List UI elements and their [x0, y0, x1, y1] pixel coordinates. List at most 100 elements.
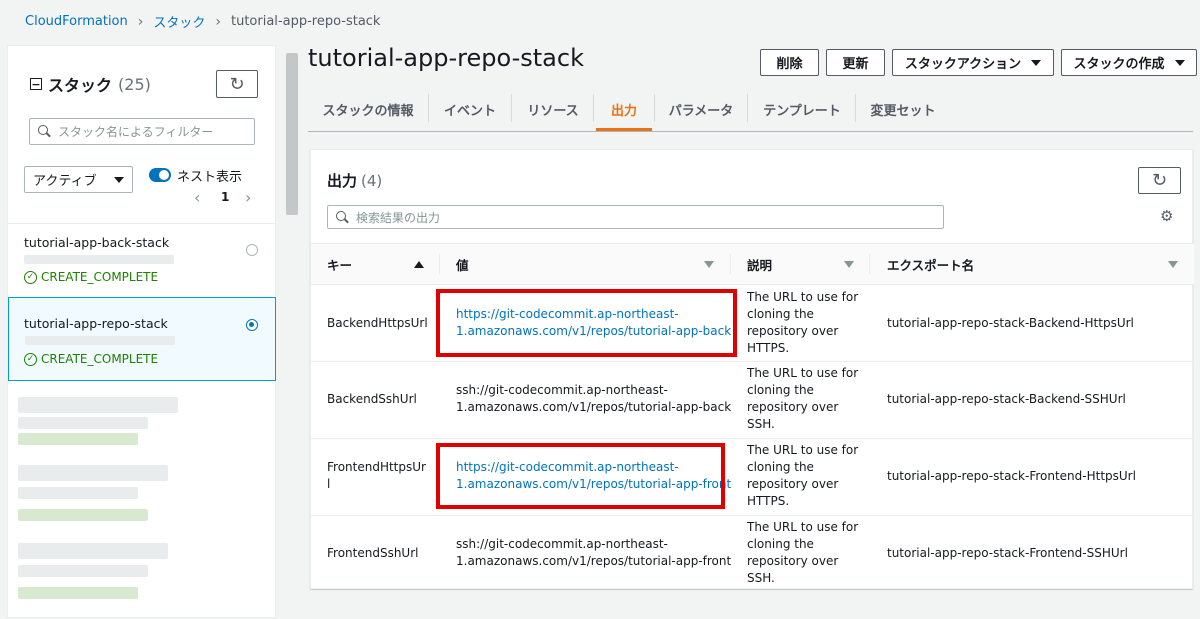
- stack-actions-button[interactable]: スタックアクション: [892, 49, 1054, 76]
- output-export-name: tutorial-app-repo-stack-Backend-SSHUrl: [887, 392, 1126, 406]
- tab-outputs[interactable]: 出力: [596, 86, 652, 132]
- output-value: ssh://git-codecommit.ap-northeast- 1.ama…: [456, 536, 731, 570]
- nested-view-label: ネスト表示: [177, 170, 243, 185]
- stack-status-text: CREATE_COMPLETE: [41, 270, 159, 284]
- tab-stack-info[interactable]: スタックの情報: [318, 86, 418, 132]
- description-line: The URL to use for: [747, 366, 859, 380]
- redacted-text: [18, 509, 148, 521]
- tab-divider: [747, 94, 748, 122]
- redacted-text: [18, 465, 168, 481]
- output-key: BackendSshUrl: [327, 392, 417, 406]
- output-key-line: FrontendHttpsUr: [327, 460, 426, 474]
- breadcrumb-stacks-link[interactable]: スタック: [153, 12, 205, 31]
- create-stack-button[interactable]: スタックの作成: [1061, 49, 1197, 76]
- stack-radio-selected[interactable]: [246, 319, 258, 331]
- output-key: BackendHttpsUrl: [327, 316, 428, 330]
- tab-events[interactable]: イベント: [435, 86, 505, 132]
- sidebar-refresh-button[interactable]: ↻: [216, 70, 258, 98]
- chevron-left-icon[interactable]: ‹: [194, 188, 200, 207]
- chevron-right-icon[interactable]: ›: [245, 188, 251, 207]
- outputs-panel: 出力 (4) ↻ 検索結果の出力 ⚙ キー 値 説明 エクスポート名 Backen…: [310, 149, 1194, 589]
- tab-divider: [511, 94, 512, 122]
- sort-descending-icon[interactable]: [844, 261, 854, 268]
- column-header-export[interactable]: エクスポート名: [887, 255, 974, 274]
- output-export-name: tutorial-app-repo-stack-Frontend-HttpsUr…: [887, 469, 1136, 483]
- stack-filter-input[interactable]: スタック名によるフィルター: [29, 118, 255, 145]
- tab-divider: [855, 94, 856, 122]
- tab-divider: [593, 94, 594, 122]
- status-filter-value: アクティブ: [33, 174, 97, 189]
- search-icon: [38, 125, 51, 138]
- output-key: FrontendSshUrl: [327, 546, 419, 560]
- description-line: cloning the: [747, 383, 814, 397]
- sort-descending-icon[interactable]: [704, 261, 714, 268]
- update-button[interactable]: 更新: [826, 49, 885, 76]
- output-description: The URL to use for cloning the repositor…: [747, 442, 858, 510]
- tab-parameters[interactable]: パラメータ: [662, 86, 740, 132]
- check-circle-icon: ✓: [24, 270, 37, 284]
- breadcrumb-cloudformation-link[interactable]: CloudFormation: [25, 14, 128, 29]
- highlight-box: [436, 289, 737, 357]
- sort-descending-icon[interactable]: [1168, 261, 1178, 268]
- description-line: repository over: [747, 400, 839, 414]
- output-key-line: l: [327, 477, 331, 491]
- description-line: cloning the: [747, 460, 814, 474]
- outputs-title: 出力 (4): [327, 170, 382, 191]
- stack-list-item[interactable]: tutorial-app-back-stack ✓ CREATE_COMPLET…: [8, 223, 276, 297]
- sort-ascending-icon[interactable]: [414, 261, 424, 268]
- table-row: BackendHttpsUrl https://git-codecommit.a…: [311, 285, 1194, 361]
- stack-radio[interactable]: [246, 244, 258, 256]
- redacted-text: [25, 336, 175, 345]
- nested-view-toggle[interactable]: [149, 168, 171, 182]
- tab-divider: [654, 94, 655, 122]
- highlight-box: [436, 443, 725, 509]
- sidebar-title[interactable]: − スタック (25): [30, 72, 151, 96]
- sidebar-scroll-thumb[interactable]: [286, 53, 298, 215]
- stack-status: ✓ CREATE_COMPLETE: [24, 352, 158, 366]
- table-row: FrontendHttpsUr l https://git-codecommit…: [311, 439, 1194, 515]
- tab-resources[interactable]: リソース: [518, 86, 588, 132]
- check-circle-icon: ✓: [24, 352, 37, 366]
- tab-template[interactable]: テンプレート: [755, 86, 849, 132]
- stack-actions-label: スタックアクション: [904, 57, 1022, 72]
- stack-status: ✓ CREATE_COMPLETE: [24, 270, 158, 284]
- settings-gear-icon[interactable]: ⚙: [1160, 207, 1173, 225]
- tab-change-sets[interactable]: 変更セット: [862, 86, 944, 132]
- sidebar-title-text: スタック: [48, 76, 113, 95]
- output-description: The URL to use for cloning the repositor…: [747, 519, 858, 587]
- column-header-key[interactable]: キー: [327, 255, 352, 274]
- column-divider: [439, 254, 440, 274]
- outputs-refresh-button[interactable]: ↻: [1138, 167, 1181, 194]
- description-line: The URL to use for: [747, 443, 859, 457]
- column-header-value[interactable]: 値: [456, 255, 469, 274]
- create-stack-label: スタックの作成: [1073, 57, 1165, 72]
- status-filter-select[interactable]: アクティブ: [24, 166, 133, 193]
- description-line: repository over: [747, 324, 839, 338]
- collapse-icon[interactable]: −: [30, 78, 42, 90]
- redacted-text: [18, 543, 168, 559]
- page-number[interactable]: 1: [221, 190, 229, 204]
- output-description: The URL to use for cloning the repositor…: [747, 365, 858, 433]
- description-line: cloning the: [747, 537, 814, 551]
- stack-filter-placeholder: スタック名によるフィルター: [58, 125, 214, 139]
- redacted-text: [18, 587, 138, 599]
- delete-button[interactable]: 削除: [760, 49, 819, 76]
- outputs-search-input[interactable]: 検索結果の出力: [327, 205, 944, 229]
- page-title: tutorial-app-repo-stack: [308, 44, 584, 72]
- redacted-text: [18, 487, 138, 499]
- column-divider: [869, 254, 870, 274]
- description-line: The URL to use for: [747, 520, 859, 534]
- column-divider: [730, 254, 731, 274]
- table-row: BackendSshUrl ssh://git-codecommit.ap-no…: [311, 362, 1194, 438]
- output-value-line: 1.amazonaws.com/v1/repos/tutorial-app-ba…: [456, 400, 732, 414]
- stack-name: tutorial-app-repo-stack: [24, 316, 168, 331]
- redacted-text: [18, 433, 138, 445]
- column-header-description[interactable]: 説明: [747, 255, 772, 274]
- refresh-icon: ↻: [229, 73, 245, 95]
- caret-down-icon: [1174, 59, 1185, 66]
- description-line: cloning the: [747, 307, 814, 321]
- stack-status-text: CREATE_COMPLETE: [41, 352, 159, 366]
- refresh-icon: ↻: [1151, 170, 1168, 191]
- stack-list-item-selected[interactable]: tutorial-app-repo-stack ✓ CREATE_COMPLET…: [8, 297, 276, 381]
- redacted-stack-list: [8, 381, 276, 619]
